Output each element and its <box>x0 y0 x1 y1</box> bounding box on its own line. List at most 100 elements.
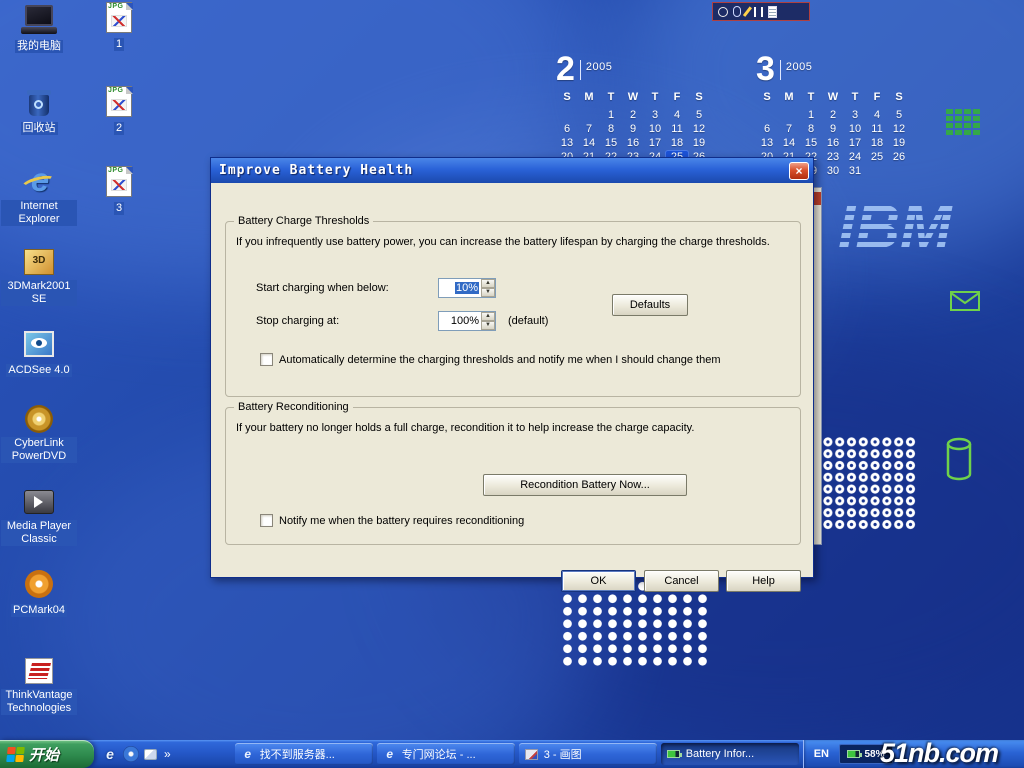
desktop-icon-acdsee[interactable]: ACDSee 4.0 <box>0 328 78 378</box>
desktop-icon-recycle-bin[interactable]: 回收站 <box>0 86 78 136</box>
task-button-battery-information[interactable]: Battery Infor... <box>661 743 799 765</box>
desktop-icon-media-player-classic[interactable]: Media Player Classic <box>0 486 78 547</box>
task-button-server-not-found[interactable]: e 找不到服务器... <box>235 743 373 765</box>
calendar-day: 14 <box>578 137 600 150</box>
media-player-icon[interactable] <box>123 746 139 762</box>
battery-charge-thresholds-group: Battery Charge Thresholds If you infrequ… <box>225 221 801 397</box>
desktop-icon-powerdvd[interactable]: CyberLink PowerDVD <box>0 403 78 464</box>
calendar-day: 26 <box>888 151 910 164</box>
cancel-button[interactable]: Cancel <box>644 570 719 592</box>
battery-icon <box>847 750 860 758</box>
calendar-day: 4 <box>666 109 688 122</box>
thinkvantage-icon <box>21 655 57 687</box>
calendar-day <box>556 109 578 122</box>
notify-reconditioning-checkbox-row[interactable]: Notify me when the battery requires reco… <box>260 514 524 527</box>
battery-icon <box>667 748 681 761</box>
document-icon[interactable] <box>768 6 777 18</box>
spinner-value[interactable]: 10% <box>439 279 481 297</box>
calendar-day: 3 <box>844 109 866 122</box>
icon-label: CyberLink PowerDVD <box>1 437 77 463</box>
task-button-paint[interactable]: 3 - 画图 <box>519 743 657 765</box>
calendar-day-header: F <box>666 91 688 104</box>
spinner-down-button[interactable]: ▼ <box>481 288 495 297</box>
desktop-icon-thinkvantage[interactable]: ThinkVantage Technologies <box>0 655 78 716</box>
start-charging-spinner[interactable]: 10% ▲ ▼ <box>438 278 496 298</box>
dot-grid-decoration <box>560 580 712 666</box>
calendar-day: 2 <box>622 109 644 122</box>
calendar-day: 3 <box>644 109 666 122</box>
calendar-separator <box>580 60 581 80</box>
calendar-day-header: S <box>888 91 910 104</box>
spinner-up-button[interactable]: ▲ <box>481 279 495 288</box>
svg-text:IBM: IBM <box>838 193 953 262</box>
windows-logo-icon <box>6 747 25 762</box>
my-computer-icon <box>21 4 57 36</box>
calendar-day: 19 <box>888 137 910 150</box>
calendar-day: 15 <box>600 137 622 150</box>
calendar-day: 16 <box>622 137 644 150</box>
calendar-day: 6 <box>756 123 778 136</box>
start-charging-label: Start charging when below: <box>256 282 389 294</box>
icon-label: 3DMark2001 SE <box>1 280 77 306</box>
envelope-icon <box>949 289 981 313</box>
stop-charging-spinner[interactable]: 100% ▲ ▼ <box>438 311 496 331</box>
start-label: 开始 <box>29 744 59 765</box>
ok-button[interactable]: OK <box>561 570 636 592</box>
calendar-day: 12 <box>688 123 710 136</box>
pen-icon[interactable] <box>743 6 752 16</box>
calendar-day: 19 <box>688 137 710 150</box>
calendar-day: 15 <box>800 137 822 150</box>
power-icon[interactable] <box>718 7 728 17</box>
spinner-down-button[interactable]: ▼ <box>481 321 495 330</box>
help-button[interactable]: Help <box>726 570 801 592</box>
desktop-icon-pcmark04[interactable]: PCMark04 <box>0 568 78 618</box>
calendar-day: 10 <box>844 123 866 136</box>
calendar-day-header: M <box>578 91 600 104</box>
task-button-forum[interactable]: e 专门网论坛 - ... <box>377 743 515 765</box>
calendar-day: 17 <box>844 137 866 150</box>
group-title: Battery Reconditioning <box>234 401 353 413</box>
quick-launch-bar: e » <box>94 746 179 762</box>
calendar-day <box>778 109 800 122</box>
desktop-icon-my-computer[interactable]: 我的电脑 <box>0 4 78 54</box>
taskbar: 开始 e » e 找不到服务器... e 专门网论坛 - ... 3 - 画图 <box>0 740 1024 768</box>
group-description: If your battery no longer holds a full c… <box>236 422 796 434</box>
icon-label: 回收站 <box>21 122 58 135</box>
desktop-icon-3dmark2001[interactable]: 3D 3DMark2001 SE <box>0 246 78 307</box>
calendar-day: 7 <box>578 123 600 136</box>
mouse-icon[interactable] <box>733 6 741 17</box>
spinner-up-button[interactable]: ▲ <box>481 312 495 321</box>
close-button[interactable]: × <box>789 162 809 180</box>
auto-determine-checkbox-row[interactable]: Automatically determine the charging thr… <box>260 353 720 366</box>
desktop-icon-file-1[interactable]: JPG 1 <box>80 2 158 52</box>
calendar-day: 9 <box>822 123 844 136</box>
calendar-day: 8 <box>600 123 622 136</box>
defaults-button[interactable]: Defaults <box>612 294 688 316</box>
language-indicator[interactable]: EN <box>814 748 829 760</box>
calendar-day: 13 <box>556 137 578 150</box>
desktop: IBM 2 2005 SMTWTFS 123456789101112131415… <box>0 0 1024 768</box>
ie-icon[interactable]: e <box>102 746 118 762</box>
dialog-titlebar[interactable]: Improve Battery Health × <box>211 158 813 183</box>
start-button[interactable]: 开始 <box>0 740 94 768</box>
overflow-chevron[interactable]: » <box>162 747 171 761</box>
battery-reconditioning-group: Battery Reconditioning If your battery n… <box>225 407 801 545</box>
desktop-icon-file-3[interactable]: JPG 3 <box>80 166 158 216</box>
calendar-day-header: S <box>688 91 710 104</box>
grid-icon <box>946 109 984 139</box>
group-description: If you infrequently use battery power, y… <box>236 236 796 248</box>
show-desktop-icon[interactable] <box>144 749 157 760</box>
recycle-bin-icon <box>21 86 57 118</box>
desktop-icon-file-2[interactable]: JPG 2 <box>80 86 158 136</box>
mini-launcher-toolbar <box>712 2 810 21</box>
calendar-day-header: W <box>622 91 644 104</box>
desktop-icon-internet-explorer[interactable]: e Internet Explorer <box>0 166 78 227</box>
jpg-file-icon: JPG <box>101 86 137 118</box>
recondition-battery-button[interactable]: Recondition Battery Now... <box>483 474 687 496</box>
spinner-value[interactable]: 100% <box>439 312 481 330</box>
checkbox[interactable] <box>260 353 273 366</box>
calendar-day <box>578 109 600 122</box>
checkbox[interactable] <box>260 514 273 527</box>
cylinder-icon <box>944 436 974 484</box>
switch-icon[interactable] <box>754 7 763 17</box>
